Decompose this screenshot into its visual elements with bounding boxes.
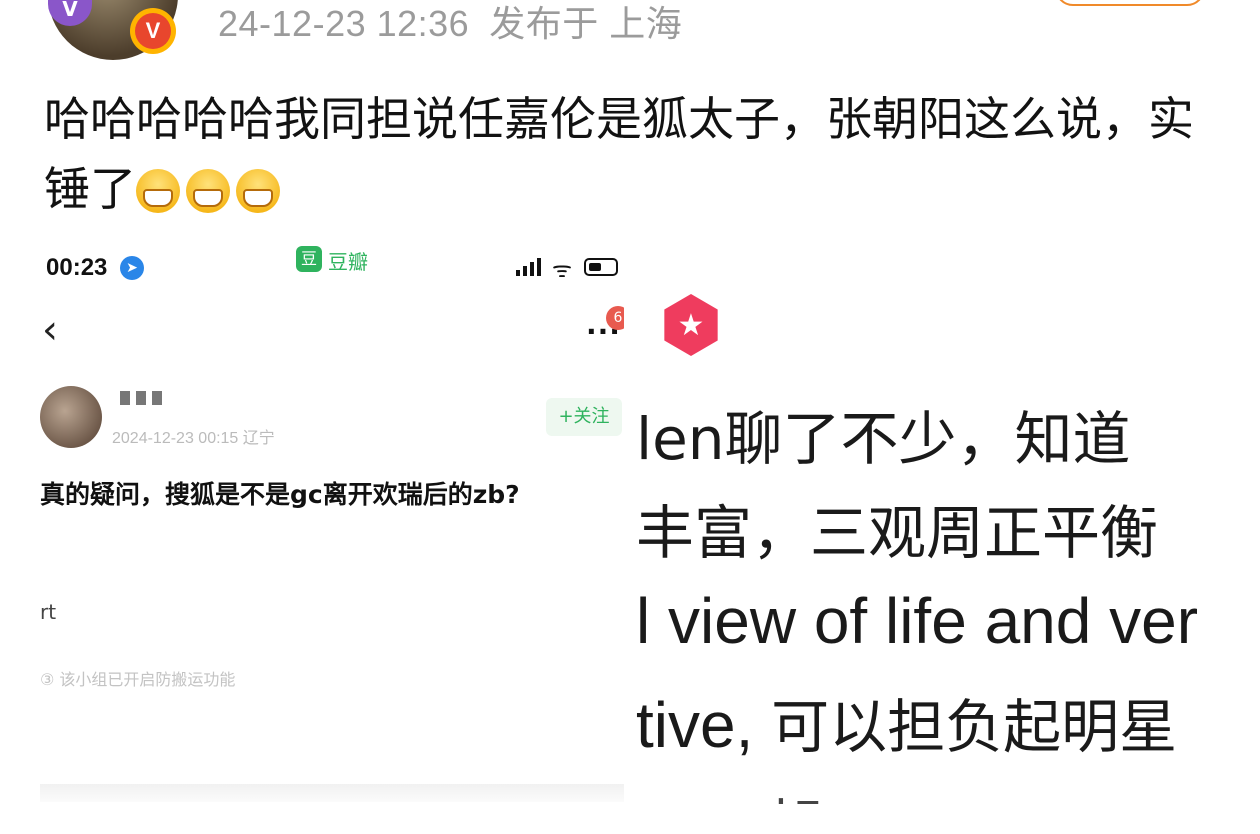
post-location: 发布于 上海 [489, 3, 683, 44]
bottom-divider [40, 784, 624, 802]
grinning-face-icon [186, 169, 230, 213]
battery-icon [584, 258, 618, 276]
cellular-signal-icon [516, 258, 541, 276]
cropped-text-line-3: l view of life and ver [636, 585, 1199, 657]
douban-post-title: 真的疑问，搜狐是不是gc离开欢瑞后的zb? [40, 480, 520, 509]
cropped-text-line-1: len聊了不少，知道 [636, 405, 1131, 473]
douban-user-avatar[interactable] [40, 386, 102, 448]
app-name: 豆瓣 [328, 250, 368, 274]
grinning-face-icon [136, 169, 180, 213]
status-bar-time: 00:23 [46, 254, 108, 281]
douban-follow-button[interactable]: +关注 [546, 398, 622, 436]
star-icon: ★ [664, 294, 718, 356]
post-timestamp: 24-12-23 12:36 [218, 3, 470, 44]
douban-post-body: rt [40, 600, 57, 624]
cropped-text-line-4-latin: tive, [636, 689, 772, 761]
grinning-face-icon [236, 169, 280, 213]
douban-post-date: 2024-12-23 00:15 辽宁 [112, 430, 275, 447]
post-body: 哈哈哈哈哈我同担说任嘉伦是狐太子，张朝阳这么说，实锤了 [44, 84, 1214, 224]
cropped-text-line-5: ...... 朝 ... [636, 792, 897, 804]
douban-username-redacted [120, 390, 240, 408]
cropped-text-line-2: 丰富，三观周正平衡 [636, 499, 1159, 567]
post-meta: 24-12-23 12:36 发布于 上海 [218, 0, 702, 50]
douban-logo-icon: 豆 [296, 246, 322, 272]
back-chevron-icon[interactable]: ‹ [42, 310, 58, 350]
anti-copy-notice: ③ 该小组已开启防搬运功能 [40, 670, 236, 689]
wifi-icon: ᯤ [552, 258, 573, 283]
verified-badge-icon: V [130, 8, 176, 54]
location-arrow-icon: ➤ [120, 256, 144, 280]
verified-badge-label: V [135, 13, 171, 49]
cropped-text-line-4: tive, 可以担负起明星 [636, 690, 1177, 762]
follow-button[interactable] [1055, 0, 1205, 6]
attached-image-douban[interactable]: 00:23 ➤ 豆 豆瓣 ᯤ ‹ ... 6 2024-12-23 00:15 … [40, 236, 624, 804]
notification-count-badge: 6 [606, 306, 624, 330]
cropped-text-line-4-cjk: 可以担负起明星 [771, 693, 1178, 761]
attached-image-cropped-text[interactable]: ★ len聊了不少，知道 丰富，三观周正平衡 l view of life an… [636, 236, 1220, 804]
